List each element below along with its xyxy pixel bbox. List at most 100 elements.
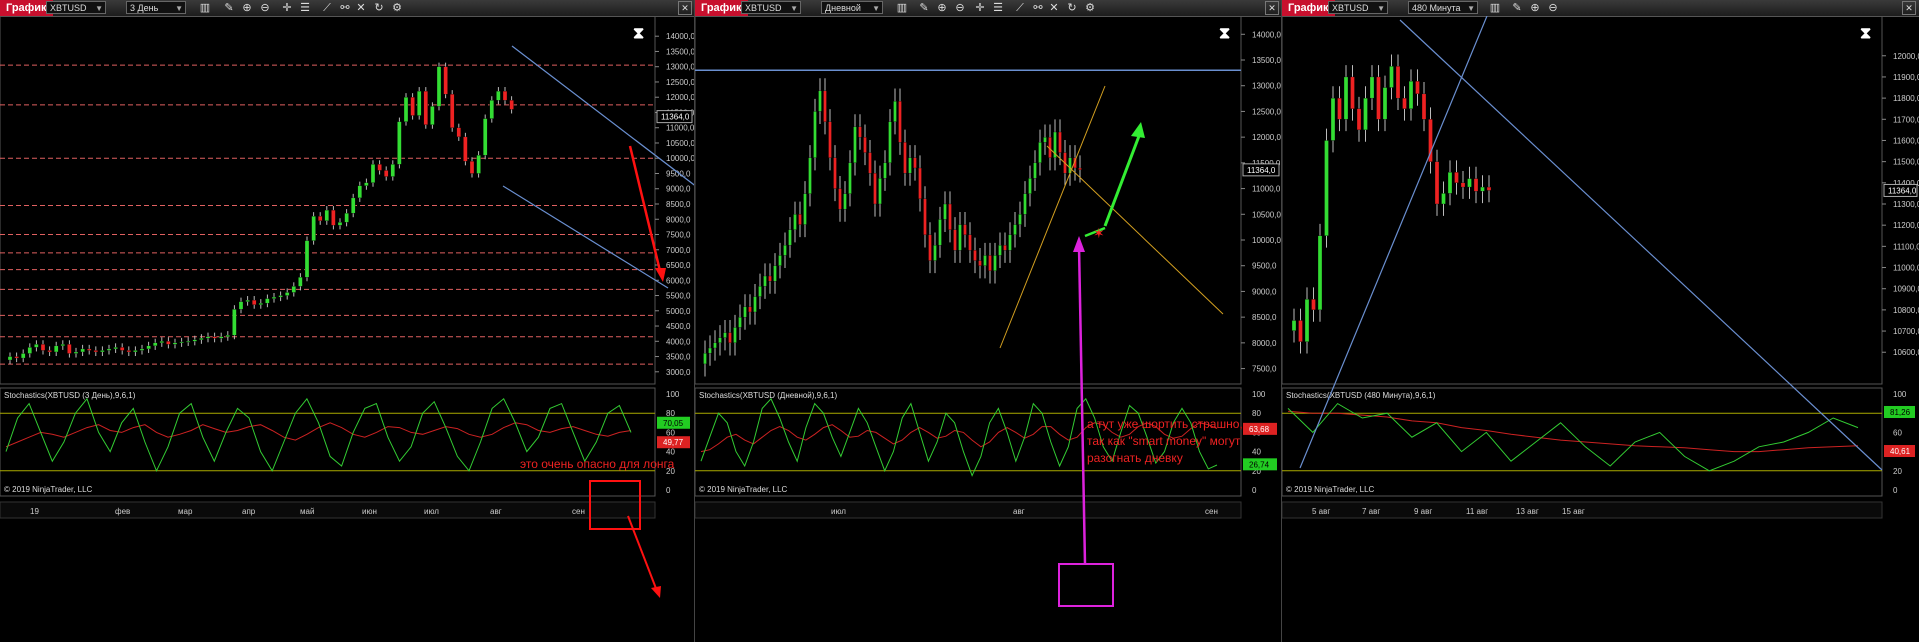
price-tick-label: 14000,0: [666, 32, 694, 41]
candle-down: [47, 350, 52, 353]
candle-up: [1324, 140, 1329, 236]
price-tick-label: 10500,0: [1252, 210, 1281, 219]
candle-up: [753, 296, 757, 313]
refresh-icon[interactable]: ↻: [372, 1, 386, 15]
bar-type-icon[interactable]: ▥: [198, 1, 212, 15]
close-icon[interactable]: ✕: [1902, 1, 1916, 15]
interval-select-2[interactable]: Дневной ▼: [821, 1, 883, 14]
chart-canvas-1[interactable]: 3000,0 3500,0 4000,0 4500,0 5000,0 5500,0 6000…: [0, 16, 694, 642]
candle-down: [968, 234, 972, 251]
candle-down: [978, 260, 982, 266]
candle-up: [1038, 142, 1042, 164]
price-tick-label: 5000,0: [666, 307, 691, 316]
drawing-tools-icon[interactable]: ✕: [1047, 1, 1061, 15]
bar-type-icon[interactable]: ▥: [895, 1, 909, 15]
price-tick-label: 11600,0: [1893, 136, 1919, 145]
candle-down: [868, 152, 872, 174]
settings-icon[interactable]: ⚙: [1083, 1, 1097, 15]
time-axis-label: 13 авг: [1516, 507, 1539, 516]
price-tick-label: 13000,0: [1252, 82, 1281, 91]
time-axis-label: 11 авг: [1466, 507, 1488, 516]
refresh-icon[interactable]: ↻: [1065, 1, 1079, 15]
strategy-icon[interactable]: ⟋: [320, 1, 334, 15]
candle-down: [748, 306, 752, 313]
candle-down: [988, 255, 992, 272]
red-stoch-arrow-head: [651, 586, 661, 598]
last-price-label: 11364,0: [1888, 186, 1917, 195]
price-tick-label: 13500,0: [1252, 56, 1281, 65]
chart-title-3[interactable]: График: [1282, 0, 1335, 16]
zoom-out-icon[interactable]: ⊖: [1546, 1, 1560, 15]
stochastic-pane-border: [0, 387, 656, 497]
zoom-in-icon[interactable]: ⊕: [1528, 1, 1542, 15]
candle-up: [808, 157, 812, 194]
strategy-icon[interactable]: ⟋: [1013, 1, 1027, 15]
interval-select-3[interactable]: 480 Минута ▼: [1408, 1, 1478, 14]
candle-down: [898, 100, 902, 143]
zoom-in-icon[interactable]: ⊕: [935, 1, 949, 15]
candle-down: [728, 332, 732, 344]
pencil-icon[interactable]: ✎: [917, 1, 931, 15]
time-axis-label: авг: [1013, 507, 1025, 516]
properties-icon[interactable]: ☰: [991, 1, 1005, 15]
close-icon[interactable]: ✕: [678, 1, 692, 15]
chart-canvas-2[interactable]: 7500,0 8000,0 8500,0 9000,0 9500,0 10000,0 105…: [695, 16, 1281, 642]
price-tick-label: 4000,0: [666, 337, 691, 346]
indicator-icon[interactable]: ⚯: [338, 1, 352, 15]
close-icon[interactable]: ✕: [1265, 1, 1279, 15]
price-tick-label: 3000,0: [666, 368, 691, 377]
time-axis-label: 5 авг: [1312, 507, 1330, 516]
chart-canvas-3[interactable]: 10600,0 10700,0 10800,0 10900,0 11000,0 11100…: [1282, 16, 1919, 642]
crosshair-icon[interactable]: ✛: [973, 1, 987, 15]
bar-type-icon[interactable]: ▥: [1488, 1, 1502, 15]
candle-down: [120, 347, 125, 351]
candle-up: [793, 214, 797, 230]
time-axis-label: 19: [30, 507, 39, 516]
symbol-select-3[interactable]: XBTUSD ▼: [1328, 1, 1388, 14]
settings-icon[interactable]: ⚙: [390, 1, 404, 15]
candle-up: [436, 66, 442, 107]
candle-up: [159, 341, 164, 343]
candle-up: [351, 197, 356, 214]
candle-up: [27, 347, 32, 354]
properties-icon[interactable]: ☰: [298, 1, 312, 15]
symbol-select-1[interactable]: XBTUSD ▼: [46, 1, 106, 14]
interval-select-1[interactable]: 3 День ▼: [126, 1, 186, 14]
candle-down: [67, 344, 72, 354]
candle-down: [1298, 320, 1303, 342]
candle-up: [186, 341, 191, 343]
chart-panel-2[interactable]: График XBTUSD ▼ Дневной ▼ ▥ ✎ ⊕ ⊖ ✛ ☰ ⟋ ⚯ …: [695, 0, 1282, 642]
candle-down: [1376, 76, 1381, 120]
pencil-icon[interactable]: ✎: [222, 1, 236, 15]
price-tick-label: 3500,0: [666, 353, 691, 362]
candle-up: [713, 342, 717, 349]
copyright-watermark: © 2019 NinjaTrader, LLC: [1286, 485, 1375, 494]
candle-down: [913, 157, 917, 169]
chart-title-1[interactable]: График: [0, 0, 53, 16]
price-tick-label: 11500,0: [1893, 158, 1919, 167]
candle-up: [390, 164, 395, 177]
symbol-select-2[interactable]: XBTUSD ▼: [741, 1, 801, 14]
zoom-out-icon[interactable]: ⊖: [953, 1, 967, 15]
stochastic-indicator-label: Stochastics(XBTUSD (480 Минута),9,6,1): [1286, 391, 1436, 400]
price-tick-label: 10600,0: [1893, 348, 1919, 357]
candle-down: [873, 172, 877, 205]
annotation-text-line: а тут уже шортить страшно,: [1087, 417, 1243, 431]
zoom-out-icon[interactable]: ⊖: [258, 1, 272, 15]
candle-up: [489, 100, 494, 119]
symbol-value-3: XBTUSD: [1332, 3, 1369, 13]
indicator-icon[interactable]: ⚯: [1031, 1, 1045, 15]
candle-up: [192, 339, 197, 342]
pencil-icon[interactable]: ✎: [1510, 1, 1524, 15]
crosshair-icon[interactable]: ✛: [280, 1, 294, 15]
chart-title-2[interactable]: График: [695, 0, 748, 16]
zoom-in-icon[interactable]: ⊕: [240, 1, 254, 15]
candle-down: [252, 299, 257, 305]
price-tick-label: 7000,0: [666, 246, 691, 255]
chart-panel-3[interactable]: График XBTUSD ▼ 480 Минута ▼ ▥ ✎ ⊕ ⊖ ✕ 106…: [1282, 0, 1919, 642]
annotation-text: это очень опасно для лонга: [520, 457, 675, 471]
candle-down: [93, 350, 98, 353]
chart-panel-1[interactable]: График XBTUSD ▼ 3 День ▼ ▥ ✎ ⊕ ⊖ ✛ ☰ ⟋ ⚯ ✕…: [0, 0, 695, 642]
drawing-tools-icon[interactable]: ✕: [354, 1, 368, 15]
candle-down: [212, 336, 217, 339]
